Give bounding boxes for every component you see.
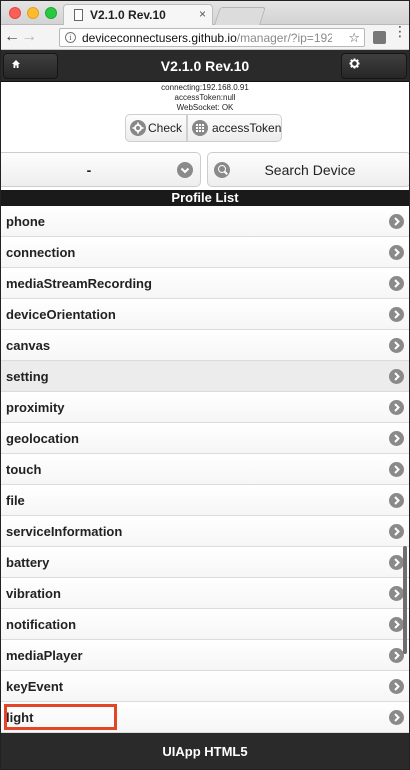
connecting-text: connecting:192.168.0.91 bbox=[161, 83, 249, 92]
new-tab-button[interactable] bbox=[214, 7, 266, 25]
chevron-down-icon bbox=[177, 162, 193, 178]
profile-item-label: notification bbox=[6, 617, 77, 632]
forward-arrow-icon[interactable]: → bbox=[21, 28, 37, 46]
chevron-right-icon bbox=[389, 369, 404, 384]
tab-title: V2.1.0 Rev.10 bbox=[90, 8, 166, 22]
chevron-right-icon bbox=[389, 648, 404, 663]
close-window-icon[interactable] bbox=[9, 7, 21, 19]
browser-window: V2.1.0 Rev.10 × ← → i deviceconnectusers… bbox=[0, 0, 410, 770]
search-device-label: Search Device bbox=[264, 162, 356, 178]
profile-item-label: proximity bbox=[6, 400, 65, 415]
profile-item-proximity[interactable]: proximity bbox=[1, 392, 409, 423]
profile-item-label: file bbox=[6, 493, 25, 508]
profile-item-geolocation[interactable]: geolocation bbox=[1, 423, 409, 454]
check-button[interactable]: Check bbox=[125, 114, 187, 142]
profile-item-label: geolocation bbox=[6, 431, 79, 446]
tab-close-icon[interactable]: × bbox=[199, 7, 206, 21]
device-select[interactable]: - bbox=[1, 152, 201, 187]
chevron-right-icon bbox=[389, 276, 404, 291]
profile-item-touch[interactable]: touch bbox=[1, 454, 409, 485]
chevron-right-icon bbox=[389, 679, 404, 694]
chevron-right-icon bbox=[389, 338, 404, 353]
document-icon bbox=[74, 9, 83, 21]
profile-item-label: touch bbox=[6, 462, 42, 477]
profile-item-phone[interactable]: phone bbox=[1, 206, 409, 237]
chevron-right-icon bbox=[389, 555, 404, 570]
profile-list-header: Profile List bbox=[1, 190, 409, 206]
profile-item-file[interactable]: file bbox=[1, 485, 409, 516]
profile-item-battery[interactable]: battery bbox=[1, 547, 409, 578]
profile-list: phone connection mediaStreamRecording devic… bbox=[1, 206, 409, 733]
light-item-outline bbox=[4, 704, 117, 730]
profile-item-label: battery bbox=[6, 555, 50, 570]
profile-item-canvas[interactable]: canvas bbox=[1, 330, 409, 361]
profile-item-setting[interactable]: setting bbox=[1, 361, 409, 392]
url-host: deviceconnectusers.github.io bbox=[82, 31, 237, 45]
websocket-text: WebSocket: OK bbox=[176, 103, 234, 112]
profile-item-label: keyEvent bbox=[6, 679, 64, 694]
profile-item-label: connection bbox=[6, 245, 76, 260]
maximize-window-icon[interactable] bbox=[45, 7, 57, 19]
profile-item-vibration[interactable]: vibration bbox=[1, 578, 409, 609]
check-label: Check bbox=[148, 121, 183, 135]
profile-item-notification[interactable]: notification bbox=[1, 609, 409, 640]
url-path: /manager/?ip=192.168.0... bbox=[236, 31, 332, 45]
profile-item-connection[interactable]: connection bbox=[1, 237, 409, 268]
chevron-right-icon bbox=[389, 586, 404, 601]
profile-item-label: deviceOrientation bbox=[6, 307, 116, 322]
profile-item-label: vibration bbox=[6, 586, 61, 601]
chevron-right-icon bbox=[389, 214, 404, 229]
profile-item-label: phone bbox=[6, 214, 45, 229]
chevron-right-icon bbox=[389, 245, 404, 260]
chevron-right-icon bbox=[389, 431, 404, 446]
access-token-button[interactable]: accessToken bbox=[187, 114, 282, 142]
profile-item-serviceInformation[interactable]: serviceInformation bbox=[1, 516, 409, 547]
connection-status: connecting:192.168.0.91 accessToken:null… bbox=[1, 82, 409, 113]
chevron-right-icon bbox=[389, 710, 404, 725]
info-icon[interactable]: i bbox=[65, 32, 76, 43]
chevron-right-icon bbox=[389, 617, 404, 632]
url-text: deviceconnectusers.github.io/manager/?ip… bbox=[82, 31, 332, 45]
profile-item-deviceOrientation[interactable]: deviceOrientation bbox=[1, 299, 409, 330]
profile-item-label: mediaPlayer bbox=[6, 648, 83, 663]
action-buttons: Check accessToken bbox=[125, 114, 282, 142]
extension-icon[interactable] bbox=[373, 31, 386, 44]
chevron-right-icon bbox=[389, 307, 404, 322]
search-device-button[interactable]: Search Device bbox=[207, 152, 409, 187]
app-header: Close V2.1.0 Rev.10 Setting bbox=[1, 50, 409, 96]
chevron-right-icon bbox=[389, 400, 404, 415]
browser-menu-icon[interactable]: ⋮ bbox=[393, 24, 407, 38]
access-token-text: accessToken:null bbox=[174, 93, 236, 102]
device-select-value: - bbox=[86, 162, 92, 178]
bookmark-star-icon[interactable]: ☆ bbox=[348, 30, 360, 46]
minimize-window-icon[interactable] bbox=[27, 7, 39, 19]
chevron-right-icon bbox=[389, 524, 404, 539]
gear-icon bbox=[130, 120, 146, 136]
scrollbar[interactable] bbox=[403, 546, 407, 654]
device-row: - Search Device bbox=[1, 152, 409, 189]
profile-item-keyEvent[interactable]: keyEvent bbox=[1, 671, 409, 702]
profile-item-mediaPlayer[interactable]: mediaPlayer bbox=[1, 640, 409, 671]
access-token-label: accessToken bbox=[212, 121, 282, 135]
chevron-right-icon bbox=[389, 462, 404, 477]
browser-tab[interactable]: V2.1.0 Rev.10 × bbox=[63, 4, 213, 26]
profile-item-label: setting bbox=[6, 369, 49, 384]
profile-item-label: serviceInformation bbox=[6, 524, 123, 539]
gear-icon bbox=[349, 54, 360, 78]
footer: UIApp HTML5 bbox=[1, 733, 409, 769]
chevron-right-icon bbox=[389, 493, 404, 508]
profile-item-label: mediaStreamRecording bbox=[6, 276, 152, 291]
profile-item-mediaStreamRecording[interactable]: mediaStreamRecording bbox=[1, 268, 409, 299]
address-bar[interactable]: i deviceconnectusers.github.io/manager/?… bbox=[59, 28, 365, 47]
grid-icon bbox=[192, 120, 208, 136]
setting-button[interactable]: Setting bbox=[341, 53, 407, 96]
profile-item-label: canvas bbox=[6, 338, 51, 353]
navigation-bar: ← → i deviceconnectusers.github.io/manag… bbox=[1, 24, 409, 50]
back-arrow-icon[interactable]: ← bbox=[4, 28, 20, 46]
tab-strip: V2.1.0 Rev.10 × bbox=[1, 1, 409, 26]
